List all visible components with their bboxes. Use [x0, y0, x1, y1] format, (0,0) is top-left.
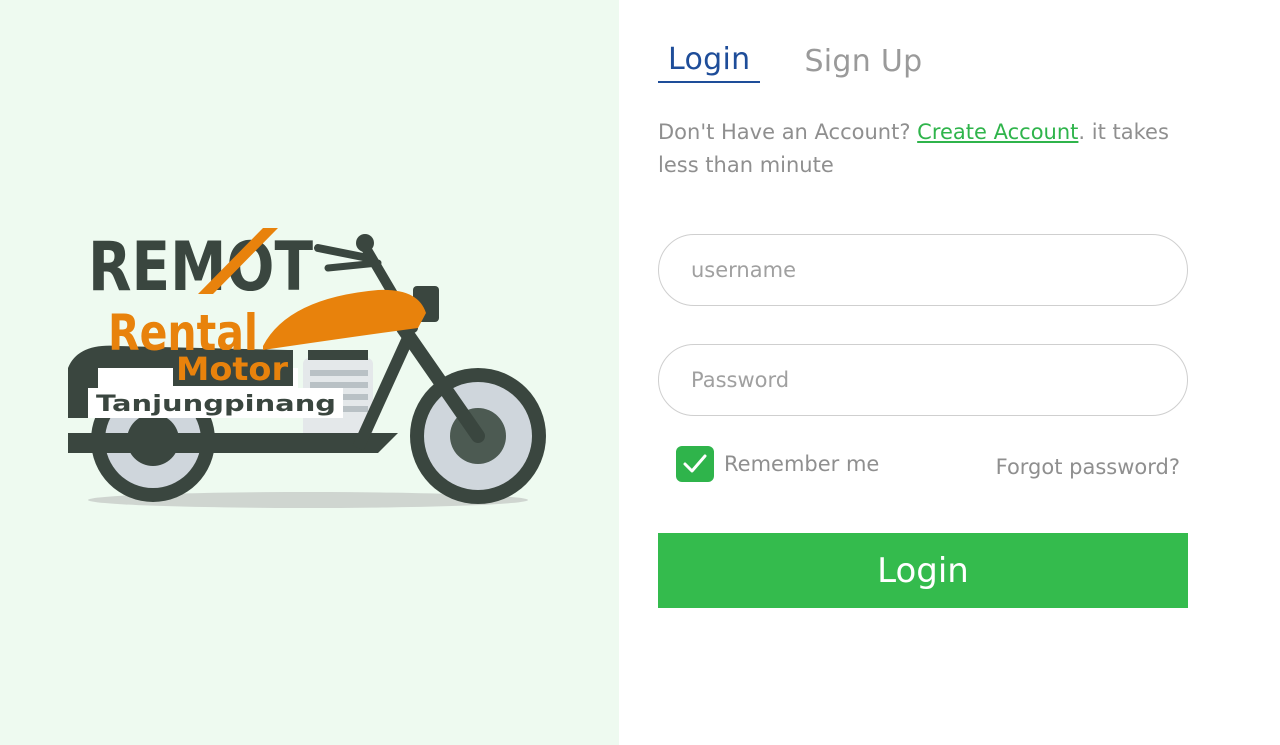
- signup-prompt: Don't Have an Account? Create Account. i…: [658, 116, 1198, 182]
- login-form-panel: Login Sign Up Don't Have an Account? Cre…: [619, 0, 1280, 745]
- login-page: REMOT Rental Motor Tanjungpinang Login S…: [0, 0, 1280, 745]
- tab-login[interactable]: Login: [658, 40, 761, 83]
- tab-sign-up[interactable]: Sign Up: [794, 42, 932, 83]
- username-input[interactable]: [659, 235, 1187, 305]
- logo-text-city: Tanjungpinang: [96, 392, 336, 417]
- forgot-password-link[interactable]: Forgot password?: [996, 455, 1180, 479]
- logo-text-motor: Motor: [176, 350, 288, 388]
- password-field: [658, 344, 1188, 416]
- remember-me-checkbox[interactable]: [676, 446, 714, 482]
- username-field: [658, 234, 1188, 306]
- password-input[interactable]: [659, 345, 1187, 415]
- auth-tabs: Login Sign Up: [658, 40, 933, 83]
- signup-prompt-prefix: Don't Have an Account?: [658, 120, 918, 144]
- brand-panel: REMOT Rental Motor Tanjungpinang: [0, 0, 619, 745]
- checkmark-icon: [683, 454, 707, 473]
- remember-me-toggle[interactable]: Remember me: [676, 446, 879, 482]
- logo-text-main: REMOT: [88, 228, 314, 307]
- create-account-link[interactable]: Create Account: [917, 120, 1078, 144]
- login-button[interactable]: Login: [658, 533, 1188, 608]
- remot-logo: REMOT Rental Motor Tanjungpinang: [68, 228, 546, 508]
- remember-me-label: Remember me: [724, 452, 880, 476]
